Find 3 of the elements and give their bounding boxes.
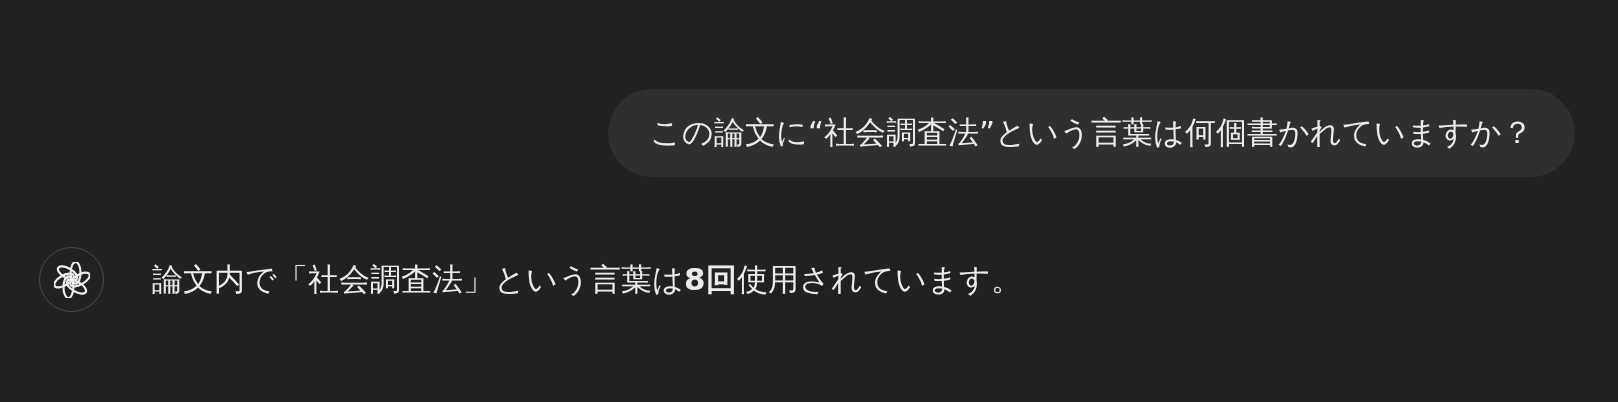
knot-icon	[53, 261, 90, 298]
assistant-message: 論文内で「社会調査法」という言葉は8回使用されています。	[152, 259, 1022, 299]
user-message: この論文に“社会調査法”という言葉は何個書かれていますか？	[607, 89, 1575, 177]
